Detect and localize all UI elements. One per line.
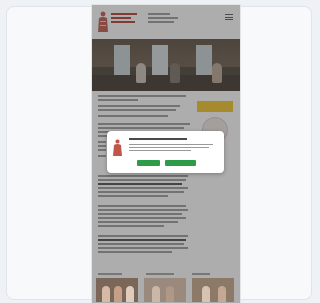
cookie-settings-button[interactable] bbox=[165, 160, 196, 166]
dialog-body-line bbox=[129, 144, 213, 146]
section-label-line bbox=[146, 273, 174, 275]
cookie-consent-dialog bbox=[107, 131, 224, 173]
section-label-line bbox=[192, 273, 210, 275]
cookie-figure-icon bbox=[113, 139, 122, 156]
accept-cookies-button[interactable] bbox=[137, 160, 160, 166]
dialog-body-line bbox=[129, 150, 191, 152]
dialog-title-line bbox=[129, 138, 187, 140]
dialog-body-line bbox=[129, 147, 209, 149]
section-label-line bbox=[98, 273, 122, 275]
section-thumbnail[interactable] bbox=[192, 278, 234, 302]
section-thumbnail[interactable] bbox=[96, 278, 138, 302]
section-thumbnail[interactable] bbox=[144, 278, 186, 302]
